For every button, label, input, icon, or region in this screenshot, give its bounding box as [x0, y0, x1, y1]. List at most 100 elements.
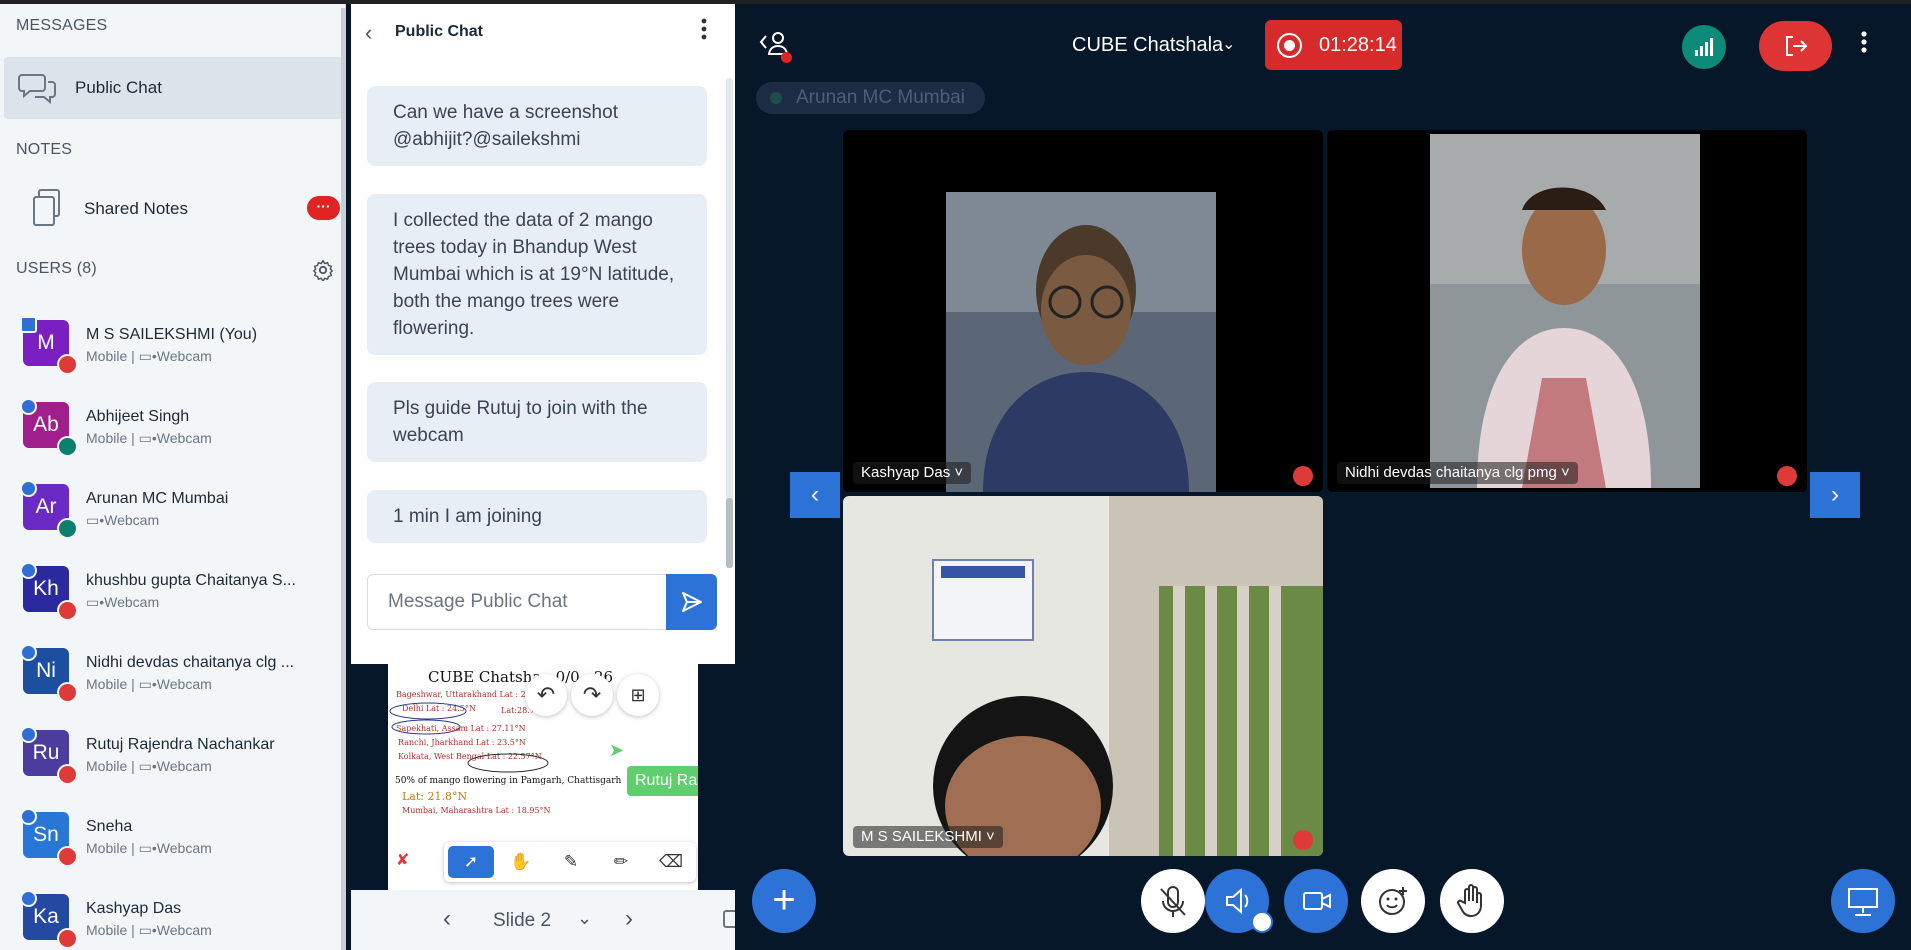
remote-cursor-label: Rutuj Ra	[627, 766, 698, 796]
pen-tool-button[interactable]: ✏	[598, 846, 644, 878]
video-tile[interactable]: Nidhi devdas chaitanya clg pmg ˅	[1327, 130, 1807, 492]
user-status: Mobile | ▭•Webcam	[86, 676, 212, 692]
sidebar: MESSAGES Public Chat NOTES Shared Notes …	[0, 4, 346, 950]
slide-line: 50% of mango flowering in Pamgarh, Chatt…	[395, 776, 622, 786]
next-slide-button[interactable]: ›	[625, 905, 633, 933]
slide-line: Lat: 21.8°N	[402, 790, 468, 803]
user-name: Abhijeet Singh	[86, 408, 190, 425]
draw-tool-button[interactable]: ✎	[548, 846, 594, 878]
eraser-tool-button[interactable]: ⌫	[648, 846, 694, 878]
unread-badge: ···	[307, 196, 340, 220]
chat-message: Can we have a screenshot @abhijit?@saile…	[367, 86, 707, 166]
recording-indicator[interactable]: 01:28:14	[1265, 20, 1402, 70]
more-options-icon[interactable]	[1861, 30, 1867, 59]
mic-muted-icon	[57, 764, 78, 785]
connection-status-button[interactable]	[1682, 25, 1726, 69]
users-section-title: USERS (8)	[16, 260, 97, 277]
multi-user-whiteboard-button[interactable]: ⊞	[617, 674, 659, 716]
chevron-left-icon: ‹	[811, 481, 819, 508]
smiley-icon	[1379, 887, 1407, 915]
slide-navigation: ‹ Slide 2 ⌄ ›	[351, 890, 743, 950]
mic-muted-icon	[57, 682, 78, 703]
chat-message: Pls guide Rutuj to join with the webcam	[367, 382, 707, 462]
chevron-down-icon[interactable]: ⌄	[577, 908, 592, 929]
pencil-icon	[20, 644, 37, 661]
participant-name[interactable]: M S SAILEKSHMI ˅	[853, 826, 1003, 848]
toggle-user-list-button[interactable]	[757, 28, 793, 63]
document-icon	[31, 188, 63, 233]
presentation-slide[interactable]: CUBE Chatsha...0/0...26 Bageshwar, Uttar…	[388, 664, 698, 890]
next-page-button[interactable]: ›	[1810, 472, 1860, 518]
cursor-pointer-icon: ➤	[609, 740, 625, 760]
previous-page-button[interactable]: ‹	[790, 472, 840, 518]
chat-panel: ‹ Public Chat Can we have a screenshot @…	[351, 4, 735, 664]
presentation-button[interactable]	[1831, 869, 1895, 933]
participant-name[interactable]: Kashyap Das ˅	[853, 462, 972, 484]
user-name: Sneha	[86, 818, 133, 835]
main-stage: CUBE Chatshala ⌄ 01:28:14 Arunan MC Mumb…	[735, 4, 1911, 950]
user-list-item[interactable]: MM S SAILEKSHMI (You) Mobile | ▭•Webcam	[0, 308, 346, 390]
video-feed	[1327, 130, 1807, 492]
user-list-item[interactable]: Ab Abhijeet Singh Mobile | ▭•Webcam	[0, 390, 346, 472]
user-list-item[interactable]: Ni Nidhi devdas chaitanya clg ... Mobile |…	[0, 636, 346, 718]
redo-button[interactable]: ↷	[571, 674, 613, 716]
gear-icon[interactable]	[312, 259, 334, 286]
user-list-item[interactable]: Ka Kashyap Das Mobile | ▭•Webcam	[0, 882, 346, 950]
user-name: M S SAILEKSHMI (You)	[86, 326, 258, 343]
video-tile[interactable]: Kashyap Das ˅	[843, 130, 1323, 492]
user-status: ▭•Webcam	[86, 594, 160, 610]
slide-line: Mumbai, Maharashtra Lat : 18.95°N	[402, 806, 551, 815]
user-list-item[interactable]: Ar Arunan MC Mumbai ▭•Webcam	[0, 472, 346, 554]
exit-icon	[1786, 36, 1808, 56]
chat-title: Public Chat	[395, 23, 484, 40]
pencil-icon	[20, 480, 37, 497]
sidebar-scrollbar[interactable]	[341, 8, 346, 950]
previous-slide-button[interactable]: ‹	[443, 905, 451, 933]
audio-settings-button[interactable]	[1251, 911, 1273, 933]
send-button[interactable]	[666, 574, 717, 630]
user-status: Mobile | ▭•Webcam	[86, 348, 212, 364]
mic-muted-icon	[57, 846, 78, 867]
pencil-icon	[20, 890, 37, 907]
chevron-left-icon[interactable]: ‹	[365, 20, 372, 46]
redo-icon: ↷	[582, 682, 602, 707]
more-options-icon[interactable]	[701, 18, 707, 45]
sidebar-item-public-chat[interactable]: Public Chat	[4, 57, 344, 119]
user-status: Mobile | ▭•Webcam	[86, 758, 212, 774]
actions-button[interactable]: +	[752, 869, 816, 933]
user-name: Rutuj Rajendra Nachankar	[86, 736, 275, 753]
pan-tool-button[interactable]: ✋	[498, 846, 544, 878]
video-button[interactable]	[1284, 869, 1348, 933]
hand-icon: ✋	[510, 852, 532, 871]
participant-name[interactable]: Nidhi devdas chaitanya clg pmg ˅	[1337, 462, 1578, 484]
pencil-icon: ✎	[563, 852, 579, 871]
shared-notes-label: Shared Notes	[84, 199, 188, 218]
recording-timer: 01:28:14	[1319, 34, 1397, 56]
chevron-right-icon: ›	[1831, 481, 1839, 508]
pencil-icon	[20, 562, 37, 579]
pointer-icon: ➚	[463, 852, 479, 871]
leave-meeting-button[interactable]	[1759, 21, 1832, 71]
user-status: ▭•Webcam	[86, 512, 160, 528]
user-list-item[interactable]: Sn Sneha Mobile | ▭•Webcam	[0, 800, 346, 882]
undo-button[interactable]: ↶	[525, 674, 567, 716]
user-list-item[interactable]: Kh khushbu gupta Chaitanya S... ▭•Webcam	[0, 554, 346, 636]
slide-label: Slide 2	[493, 910, 552, 931]
reactions-button[interactable]	[1361, 869, 1425, 933]
user-status: Mobile | ▭•Webcam	[86, 922, 212, 938]
notification-dot	[781, 52, 792, 63]
mute-button[interactable]	[1141, 869, 1205, 933]
video-tile[interactable]: M S SAILEKSHMI ˅	[843, 496, 1323, 856]
select-tool-button[interactable]: ➚	[448, 846, 494, 878]
mic-muted-icon	[1293, 466, 1313, 486]
mic-muted-icon	[1777, 466, 1797, 486]
user-list-item[interactable]: Ru Rutuj Rajendra Nachankar Mobile | ▭•Web…	[0, 718, 346, 800]
chat-scrollbar[interactable]	[726, 78, 733, 568]
meeting-title[interactable]: CUBE Chatshala	[1072, 34, 1223, 57]
raise-hand-button[interactable]	[1440, 869, 1504, 933]
sidebar-item-shared-notes[interactable]: Shared Notes ···	[4, 178, 344, 240]
message-input[interactable]: Message Public Chat	[367, 574, 667, 630]
chevron-down-icon[interactable]: ⌄	[1222, 34, 1235, 54]
whiteboard-toolbar: ➚ ✋ ✎ ✏ ⌫	[444, 842, 696, 882]
screen-icon	[1848, 888, 1878, 916]
